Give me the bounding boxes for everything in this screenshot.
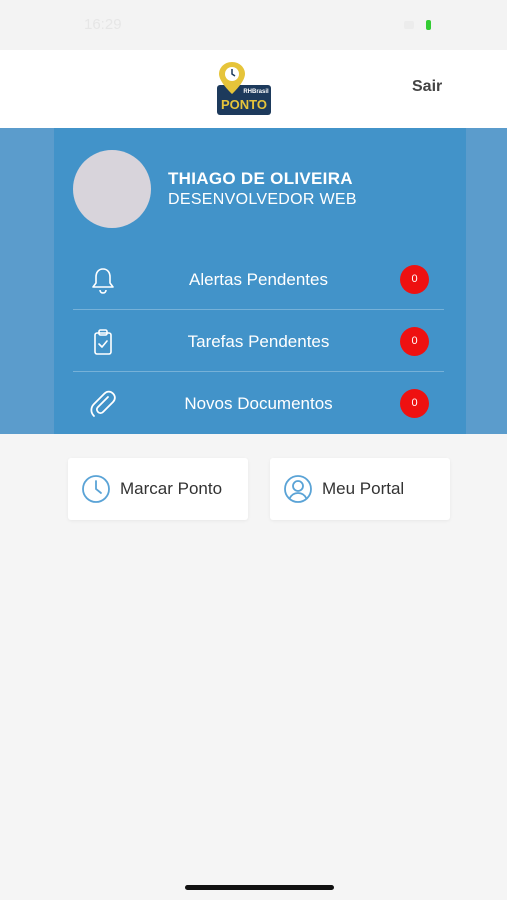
user-icon [284,475,312,503]
app-header: PONTO RHBrasil Sair [0,50,507,128]
ponto-logo: PONTO RHBrasil [217,62,271,115]
battery-icon [426,20,431,30]
wifi-icon [404,21,414,29]
menu-item-label: Tarefas Pendentes [187,332,330,351]
my-portal-label: Meu Portal [322,479,405,498]
tasks-count-badge: 0 [400,327,429,356]
logo-text: PONTO [221,97,267,112]
home-indicator[interactable] [185,885,334,890]
menu-item-documents[interactable]: Novos Documentos 0 [73,374,444,434]
status-bar: 16:29 [0,0,507,50]
documents-count-badge: 0 [400,389,429,418]
menu-item-label: Novos Documentos [184,394,333,413]
user-role: DESENVOLVEDOR WEB [168,191,357,208]
my-portal-button[interactable]: Meu Portal [270,458,450,520]
alerts-count-badge: 0 [400,265,429,294]
menu-item-alerts[interactable]: Alertas Pendentes 0 [73,250,444,310]
row-divider [73,371,444,372]
mark-time-button[interactable]: Marcar Ponto [68,458,248,520]
row-divider [73,309,444,310]
user-name: THIAGO DE OLIVEIRA [168,169,353,188]
summary-panel: THIAGO DE OLIVEIRA DESENVOLVEDOR WEB Ale… [54,128,466,434]
mark-time-label: Marcar Ponto [120,479,223,498]
clock-icon [82,475,110,503]
logo-brand: RHBrasil [243,89,269,95]
menu-item-label: Alertas Pendentes [189,270,328,289]
status-time: 16:29 [84,16,122,33]
logout-button[interactable]: Sair [412,78,442,96]
avatar [73,150,151,228]
menu-item-tasks[interactable]: Tarefas Pendentes 0 [73,312,444,372]
